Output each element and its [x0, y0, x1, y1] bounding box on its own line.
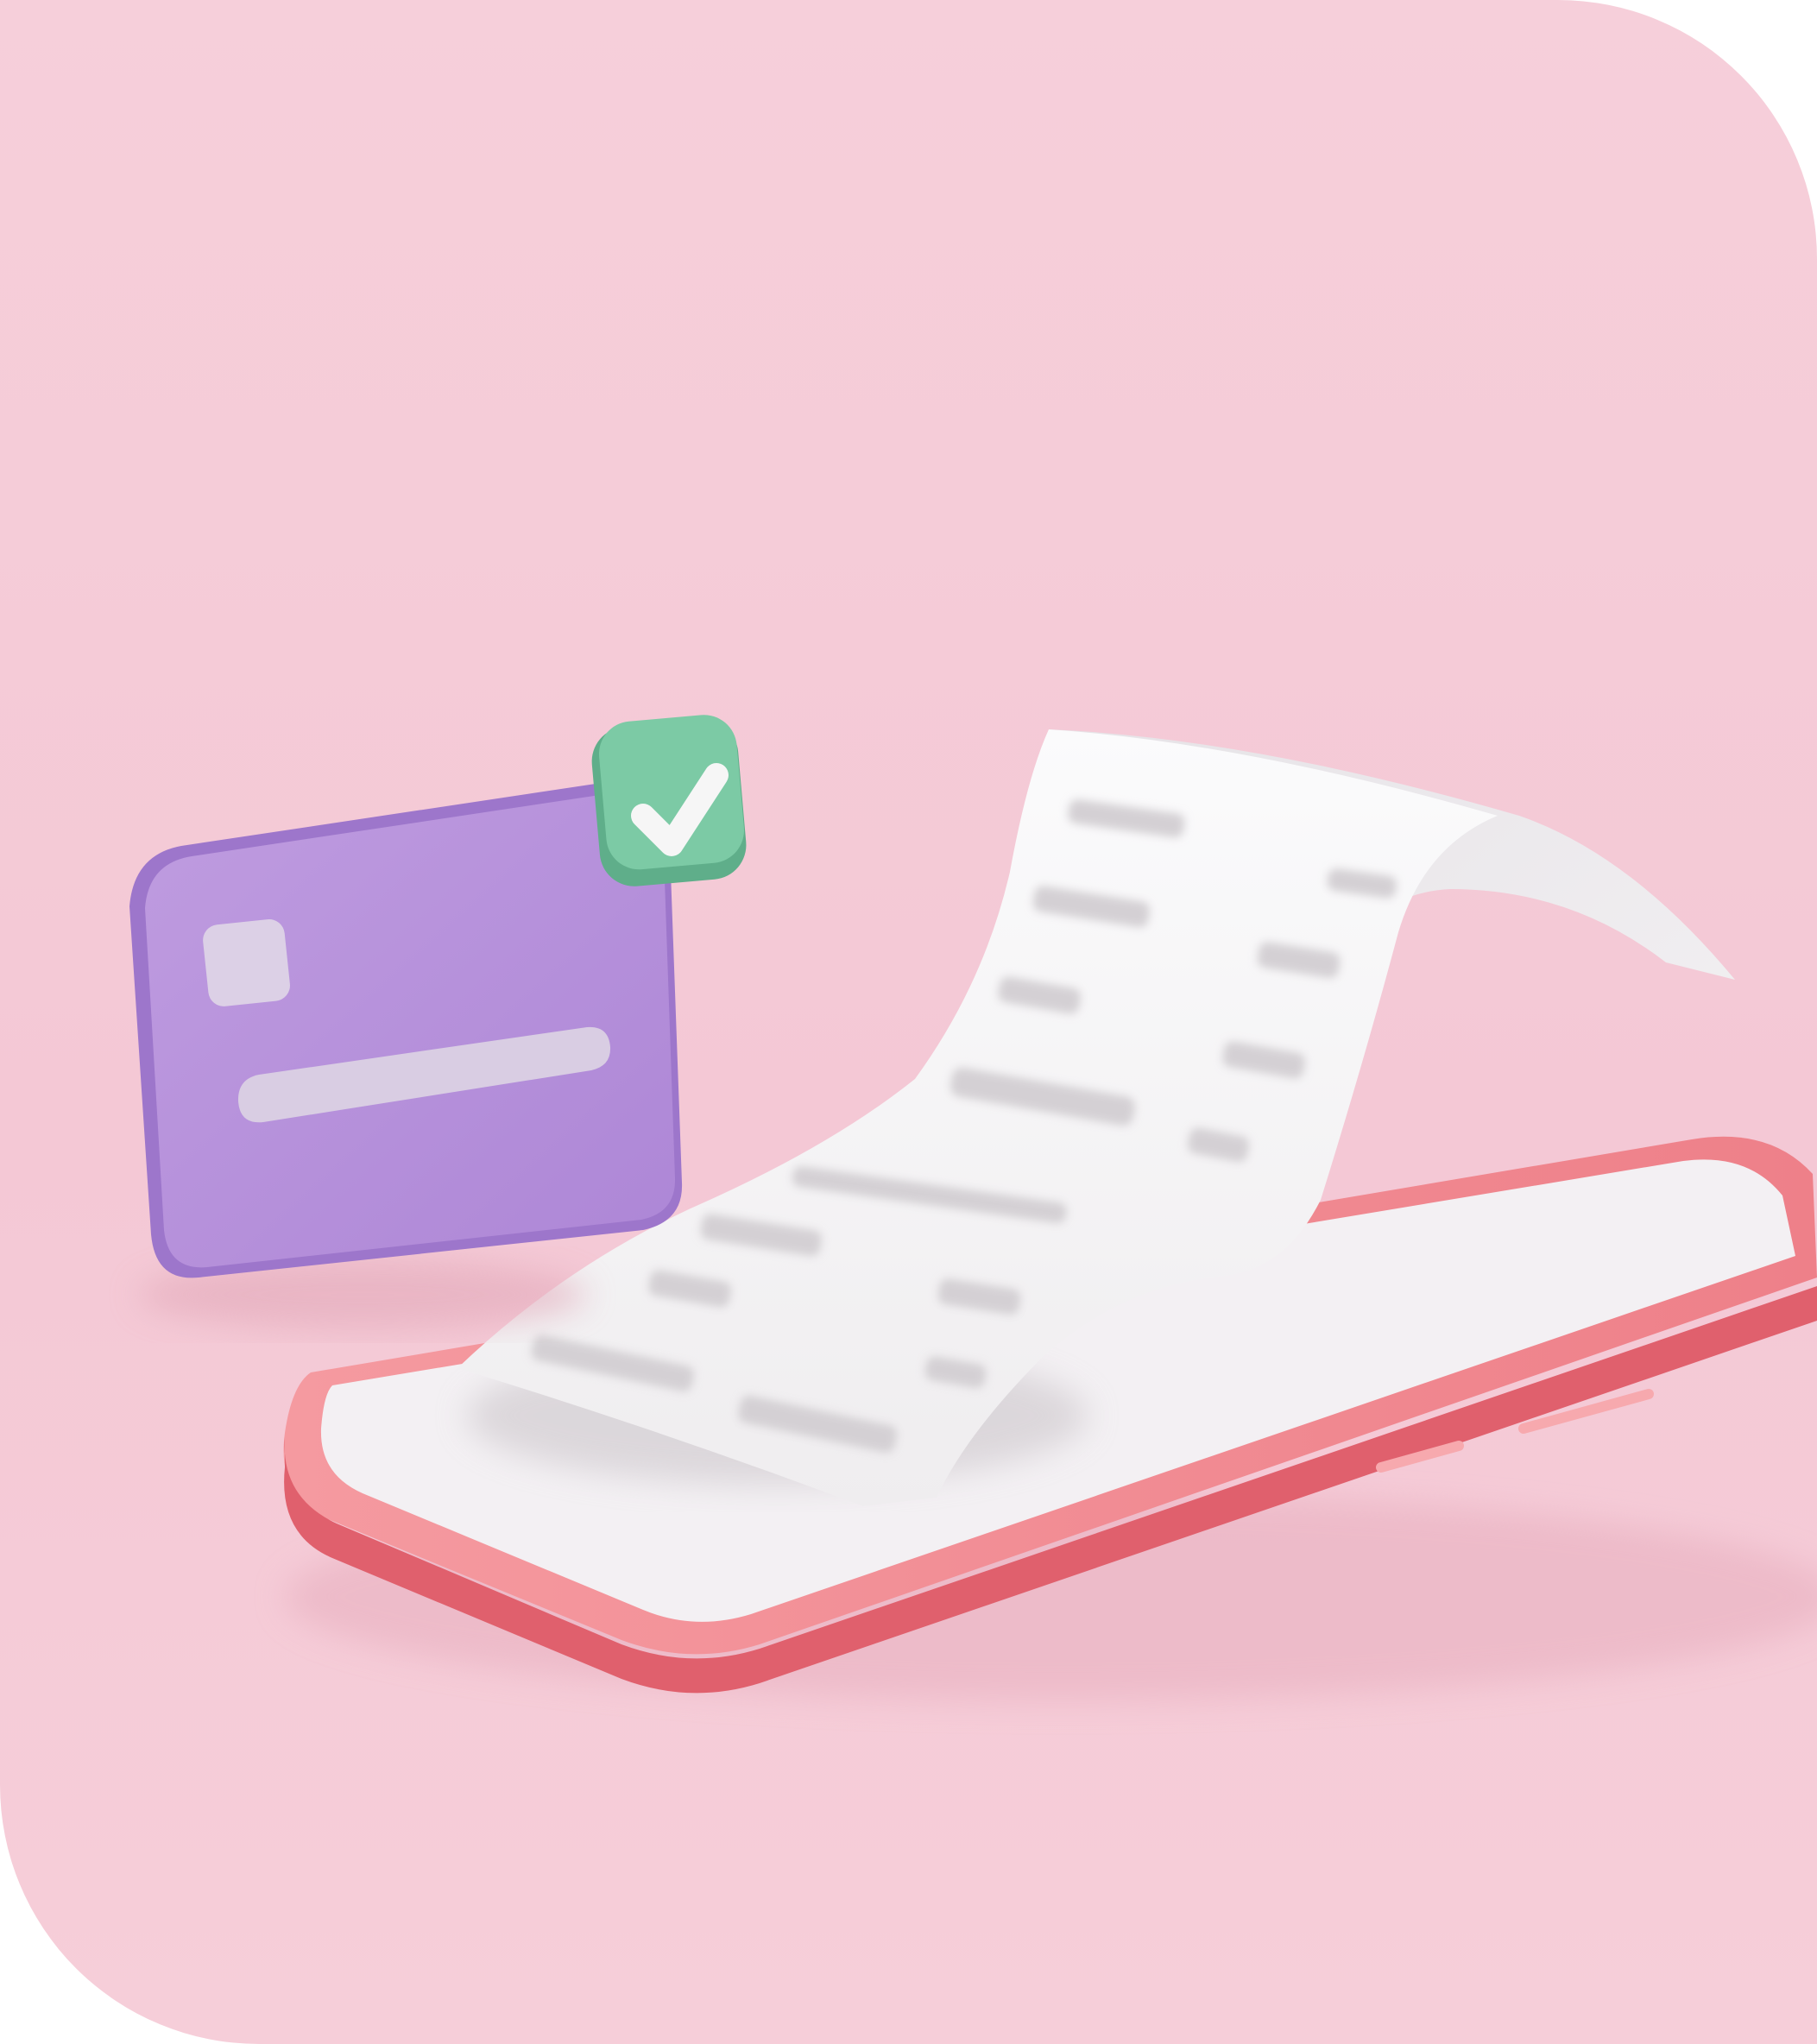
illustration-frame: [0, 0, 1817, 2044]
check-badge: [591, 715, 747, 886]
card-chip: [203, 919, 290, 1006]
payment-illustration: [0, 0, 1817, 2044]
